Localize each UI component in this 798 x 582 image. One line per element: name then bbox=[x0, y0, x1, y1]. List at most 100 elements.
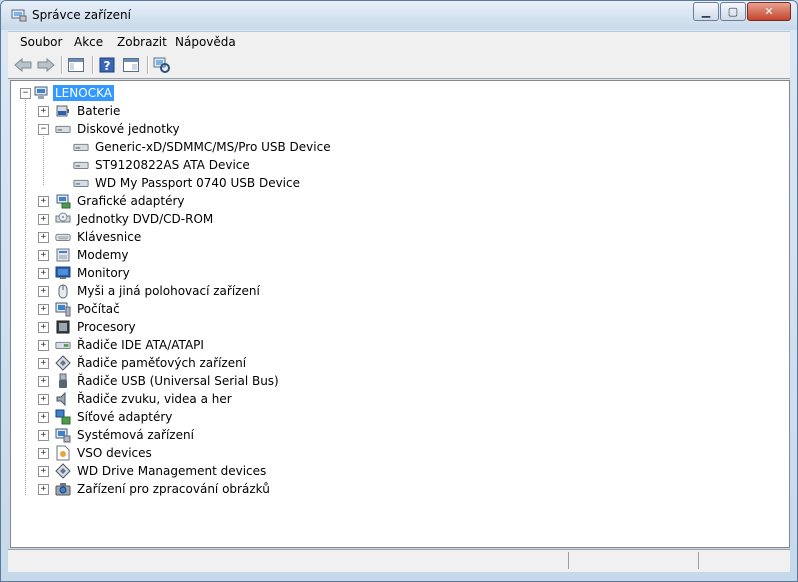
tree-device-label[interactable]: WD My Passport 0740 USB Device bbox=[93, 175, 302, 191]
device-tree[interactable]: − LENOCKA + Baterie − Diskové jednotky G… bbox=[10, 80, 790, 548]
tree-category[interactable]: − Diskové jednotky bbox=[11, 120, 182, 138]
disk-drive-icon bbox=[73, 139, 89, 155]
tree-category[interactable]: + Řadiče paměťových zařízení bbox=[11, 354, 248, 372]
tree-root[interactable]: − LENOCKA bbox=[11, 84, 114, 102]
tree-category[interactable]: + Síťové adaptéry bbox=[11, 408, 174, 426]
tree-category-label[interactable]: Počítač bbox=[75, 301, 122, 317]
window-title: Správce zařízení bbox=[32, 8, 131, 22]
status-panel bbox=[698, 552, 789, 569]
tree-category[interactable]: + WD Drive Management devices bbox=[11, 462, 268, 480]
tree-category[interactable]: + VSO devices bbox=[11, 444, 154, 462]
expand-toggle[interactable]: + bbox=[38, 430, 49, 441]
tree-category-label[interactable]: Jednotky DVD/CD-ROM bbox=[75, 211, 215, 227]
expand-toggle[interactable]: + bbox=[38, 412, 49, 423]
ide-controller-icon bbox=[55, 337, 71, 353]
tree-category-label[interactable]: Řadiče USB (Universal Serial Bus) bbox=[75, 373, 281, 389]
tree-device[interactable]: Generic-xD/SDMMC/MS/Pro USB Device bbox=[11, 138, 333, 156]
display-adapter-icon bbox=[55, 193, 71, 209]
menu-soubor[interactable]: Soubor bbox=[20, 35, 62, 49]
collapse-toggle[interactable]: − bbox=[20, 88, 31, 99]
expand-toggle[interactable]: + bbox=[38, 340, 49, 351]
tree-category[interactable]: + Monitory bbox=[11, 264, 132, 282]
vso-device-icon bbox=[55, 445, 71, 461]
expand-toggle[interactable]: + bbox=[38, 448, 49, 459]
tree-category-label[interactable]: Diskové jednotky bbox=[75, 121, 182, 137]
keyboard-icon bbox=[55, 229, 71, 245]
tree-category-label[interactable]: Monitory bbox=[75, 265, 132, 281]
tree-category-label[interactable]: Řadiče paměťových zařízení bbox=[75, 355, 248, 371]
tree-category-label[interactable]: Modemy bbox=[75, 247, 131, 263]
svg-text:?: ? bbox=[104, 59, 111, 73]
expand-toggle[interactable]: + bbox=[38, 268, 49, 279]
tree-category[interactable]: + Systémová zařízení bbox=[11, 426, 196, 444]
expand-toggle[interactable]: + bbox=[38, 304, 49, 315]
tree-category-label[interactable]: Baterie bbox=[75, 103, 122, 119]
tree-category-label[interactable]: Grafické adaptéry bbox=[75, 193, 187, 209]
window-controls: ▁ ▢ ✕ bbox=[692, 2, 791, 21]
tree-category-label[interactable]: Klávesnice bbox=[75, 229, 143, 245]
tree-device[interactable]: WD My Passport 0740 USB Device bbox=[11, 174, 302, 192]
tree-category-label[interactable]: Řadiče zvuku, videa a her bbox=[75, 391, 234, 407]
tree-category-label[interactable]: Řadiče IDE ATA/ATAPI bbox=[75, 337, 206, 353]
expand-toggle[interactable]: + bbox=[38, 376, 49, 387]
tree-device[interactable]: ST9120822AS ATA Device bbox=[11, 156, 252, 174]
back-arrow-icon[interactable] bbox=[13, 55, 33, 75]
scan-hardware-icon[interactable] bbox=[152, 55, 172, 75]
expand-toggle[interactable]: + bbox=[38, 232, 49, 243]
tree-category[interactable]: + Modemy bbox=[11, 246, 131, 264]
tree-category[interactable]: + Grafické adaptéry bbox=[11, 192, 187, 210]
tree-category[interactable]: + Myši a jiná polohovací zařízení bbox=[11, 282, 262, 300]
tree-category[interactable]: + Počítač bbox=[11, 300, 122, 318]
forward-arrow-icon[interactable] bbox=[36, 55, 56, 75]
title-bar[interactable]: Správce zařízení ▁ ▢ ✕ bbox=[1, 1, 797, 30]
computer-icon bbox=[33, 85, 49, 101]
expand-toggle[interactable]: + bbox=[38, 358, 49, 369]
tree-category-label[interactable]: Zařízení pro zpracování obrázků bbox=[75, 481, 272, 497]
tree-category[interactable]: + Klávesnice bbox=[11, 228, 143, 246]
system-device-icon bbox=[55, 427, 71, 443]
tree-category-label[interactable]: VSO devices bbox=[75, 445, 154, 461]
tree-category-label[interactable]: Myši a jiná polohovací zařízení bbox=[75, 283, 262, 299]
expand-toggle[interactable]: + bbox=[38, 394, 49, 405]
computer-icon bbox=[55, 301, 71, 317]
expand-toggle[interactable]: + bbox=[38, 214, 49, 225]
show-hide-console-tree-icon[interactable] bbox=[66, 55, 86, 75]
tree-category[interactable]: + Procesory bbox=[11, 318, 138, 336]
help-icon[interactable]: ? bbox=[97, 55, 117, 75]
expand-toggle[interactable]: + bbox=[38, 484, 49, 495]
tree-category-label[interactable]: Síťové adaptéry bbox=[75, 409, 174, 425]
menu-zobrazit[interactable]: Zobrazit bbox=[117, 35, 167, 49]
menu-napoveda[interactable]: Nápověda bbox=[175, 35, 236, 49]
tree-category[interactable]: + Řadiče zvuku, videa a her bbox=[11, 390, 234, 408]
menu-akce[interactable]: Akce bbox=[74, 35, 103, 49]
collapse-toggle[interactable]: − bbox=[38, 124, 49, 135]
expand-toggle[interactable]: + bbox=[38, 106, 49, 117]
close-icon[interactable]: ✕ bbox=[747, 2, 791, 21]
device-manager-window: Správce zařízení ▁ ▢ ✕ Soubor Akce Zobra… bbox=[0, 0, 798, 582]
expand-toggle[interactable]: + bbox=[38, 286, 49, 297]
toolbar: ? bbox=[8, 52, 790, 79]
expand-toggle[interactable]: + bbox=[38, 196, 49, 207]
minimize-icon[interactable]: ▁ bbox=[693, 2, 719, 21]
imaging-device-icon bbox=[55, 481, 71, 497]
tree-category-label[interactable]: Procesory bbox=[75, 319, 138, 335]
maximize-icon[interactable]: ▢ bbox=[720, 2, 746, 21]
expand-toggle[interactable]: + bbox=[38, 250, 49, 261]
tree-category[interactable]: + Baterie bbox=[11, 102, 122, 120]
modem-icon bbox=[55, 247, 71, 263]
expand-toggle[interactable]: + bbox=[38, 466, 49, 477]
disk-drive-icon bbox=[73, 157, 89, 173]
tree-category[interactable]: + Zařízení pro zpracování obrázků bbox=[11, 480, 272, 498]
menu-bar: Soubor Akce Zobrazit Nápověda bbox=[8, 31, 790, 52]
tree-category-label[interactable]: Systémová zařízení bbox=[75, 427, 196, 443]
tree-root-label[interactable]: LENOCKA bbox=[53, 85, 114, 101]
tree-category[interactable]: + Řadiče USB (Universal Serial Bus) bbox=[11, 372, 281, 390]
tree-category[interactable]: + Řadiče IDE ATA/ATAPI bbox=[11, 336, 206, 354]
properties-icon[interactable] bbox=[121, 55, 141, 75]
network-adapter-icon bbox=[55, 409, 71, 425]
tree-category-label[interactable]: WD Drive Management devices bbox=[75, 463, 268, 479]
tree-device-label[interactable]: Generic-xD/SDMMC/MS/Pro USB Device bbox=[93, 139, 333, 155]
tree-device-label[interactable]: ST9120822AS ATA Device bbox=[93, 157, 252, 173]
tree-category[interactable]: + Jednotky DVD/CD-ROM bbox=[11, 210, 215, 228]
expand-toggle[interactable]: + bbox=[38, 322, 49, 333]
